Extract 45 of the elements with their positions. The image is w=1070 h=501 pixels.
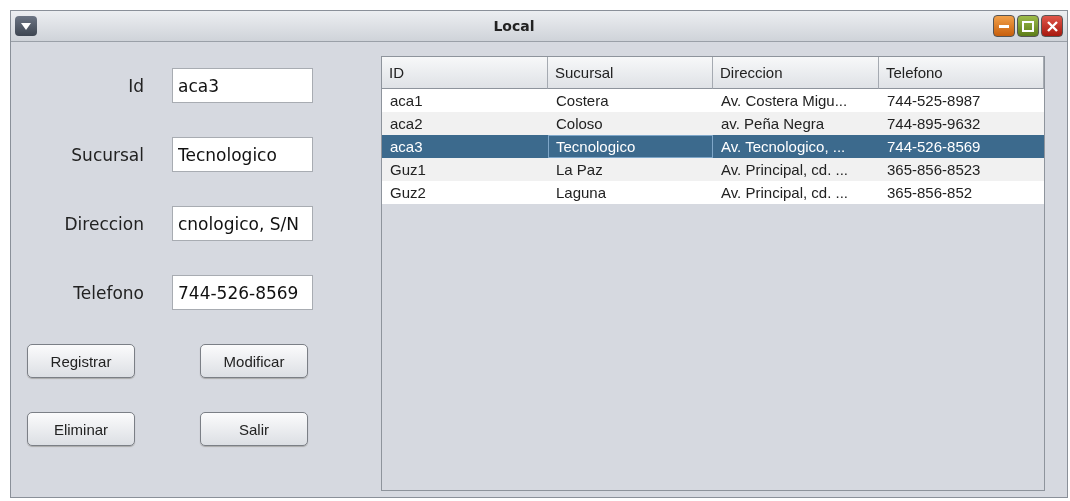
input-field[interactable]: Tecnologico: [172, 137, 313, 172]
table-cell[interactable]: Coloso: [548, 112, 713, 135]
input-field[interactable]: aca3: [172, 68, 313, 103]
table-cell[interactable]: Av. Tecnologico, ...: [713, 135, 879, 158]
table-cell[interactable]: La Paz: [548, 158, 713, 181]
table-cell[interactable]: Av. Principal, cd. ...: [713, 181, 879, 204]
table-cell[interactable]: 744-526-8569: [879, 135, 1044, 158]
action-button[interactable]: Modificar: [200, 344, 308, 378]
column-header[interactable]: ID: [382, 57, 548, 89]
field-label: Direccion: [63, 213, 144, 234]
field-label: Id: [127, 75, 144, 96]
table-cell[interactable]: Guz1: [382, 158, 548, 181]
table-cell[interactable]: av. Peña Negra: [713, 112, 879, 135]
table-cell[interactable]: Tecnologico: [548, 135, 713, 158]
action-button[interactable]: Salir: [200, 412, 308, 446]
table-cell[interactable]: 365-856-852: [879, 181, 1044, 204]
column-header[interactable]: Telefono: [879, 57, 1044, 89]
close-icon: [1046, 20, 1058, 32]
minimize-button[interactable]: [993, 15, 1015, 37]
table-cell[interactable]: Laguna: [548, 181, 713, 204]
table-cell[interactable]: aca3: [382, 135, 548, 158]
table-cell[interactable]: 365-856-8523: [879, 158, 1044, 181]
window-title: Local: [492, 18, 536, 34]
minimize-icon: [999, 24, 1009, 28]
table-cell[interactable]: 744-525-8987: [879, 89, 1044, 112]
field-label: Sucursal: [70, 144, 144, 165]
table-cell[interactable]: Av. Principal, cd. ...: [713, 158, 879, 181]
column-header[interactable]: Direccion: [713, 57, 879, 89]
table-cell[interactable]: Av. Costera Migu...: [713, 89, 879, 112]
caret-icon: [21, 22, 31, 30]
action-button[interactable]: Registrar: [27, 344, 135, 378]
input-field[interactable]: 744-526-8569: [172, 275, 313, 310]
table-cell[interactable]: Guz2: [382, 181, 548, 204]
action-button[interactable]: Eliminar: [27, 412, 135, 446]
field-label: Telefono: [72, 282, 144, 303]
column-header[interactable]: Sucursal: [548, 57, 713, 89]
table-cell[interactable]: aca1: [382, 89, 548, 112]
table-cell[interactable]: aca2: [382, 112, 548, 135]
close-button[interactable]: [1041, 15, 1063, 37]
input-field[interactable]: cnologico, S/N: [172, 206, 313, 241]
maximize-icon: [1022, 20, 1034, 32]
table-cell[interactable]: 744-895-9632: [879, 112, 1044, 135]
window-menu-button[interactable]: [15, 16, 37, 36]
table-cell[interactable]: Costera: [548, 89, 713, 112]
maximize-button[interactable]: [1017, 15, 1039, 37]
